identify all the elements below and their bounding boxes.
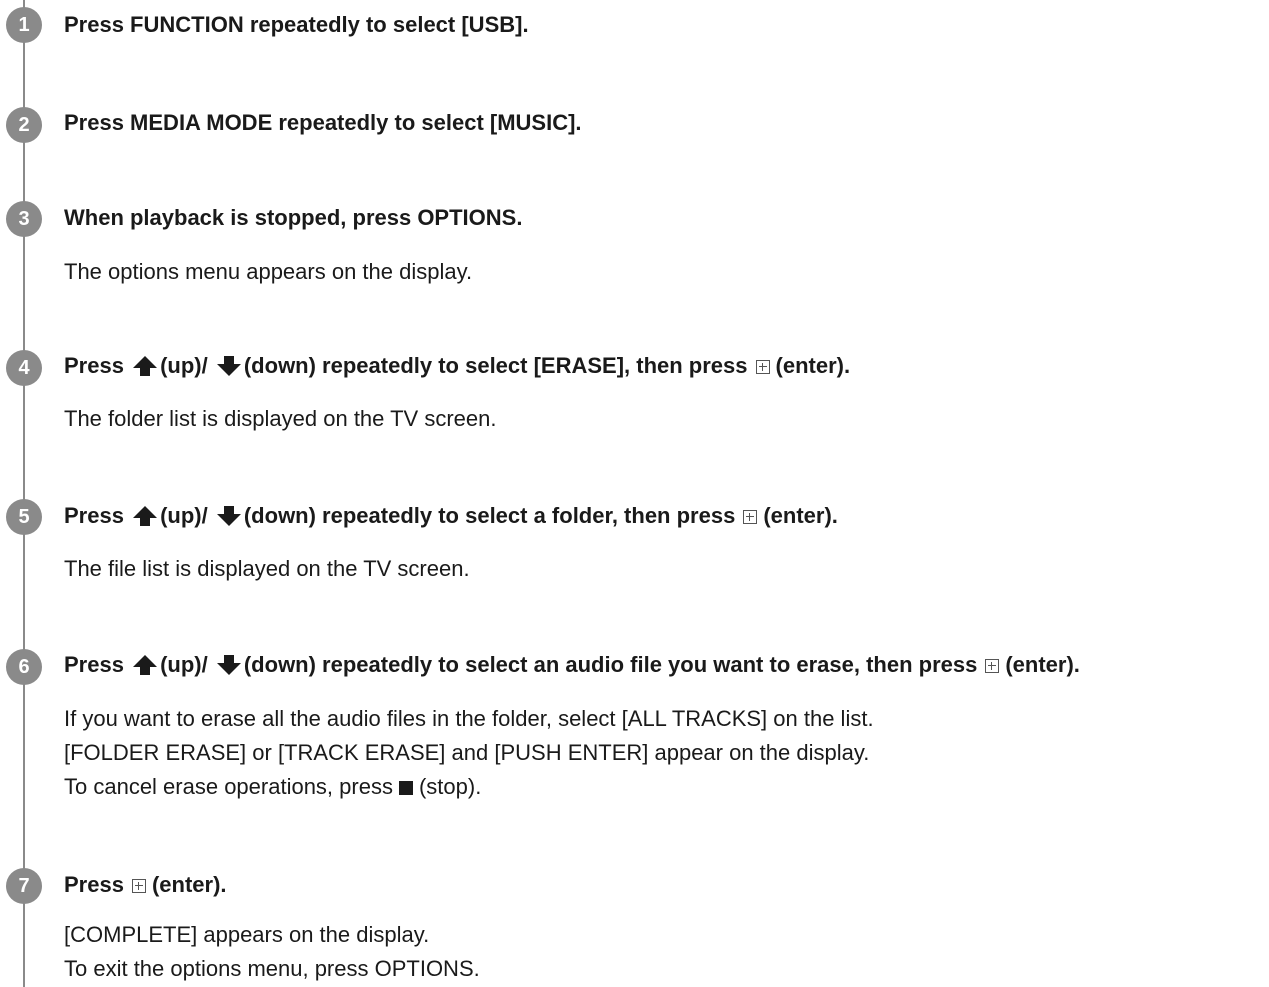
step-number-badge: 5: [6, 499, 42, 535]
enter-button-icon: [985, 659, 1000, 673]
enter-button-icon: [743, 510, 758, 524]
arrow-down-icon: [216, 506, 241, 526]
arrow-up-icon: [133, 356, 158, 376]
step-description: The file list is displayed on the TV scr…: [64, 556, 470, 581]
step-number-badge: 4: [6, 350, 42, 386]
enter-button-icon: [131, 879, 146, 893]
step-number-badge: 3: [6, 201, 42, 237]
enter-button-icon: [755, 360, 770, 374]
step-description: If you want to erase all the audio files…: [64, 706, 874, 799]
step-description: The options menu appears on the display.: [64, 259, 473, 284]
step-timeline-rail: [23, 0, 25, 987]
arrow-up-icon: [133, 655, 158, 675]
step-instruction: Press MEDIA MODE repeatedly to select [M…: [64, 110, 582, 135]
step-instruction: When playback is stopped, press OPTIONS.: [64, 205, 523, 230]
step-number-badge: 6: [6, 649, 42, 685]
step-instruction: Press (enter).: [64, 872, 227, 897]
step-description: The folder list is displayed on the TV s…: [64, 406, 497, 431]
step-instruction: Press (up)/ (down) repeatedly to select …: [64, 353, 851, 378]
step-instruction: Press (up)/ (down) repeatedly to select …: [64, 652, 1080, 677]
arrow-down-icon: [216, 655, 241, 675]
step-instruction: Press FUNCTION repeatedly to select [USB…: [64, 12, 529, 37]
step-number-badge: 1: [6, 7, 42, 43]
stop-icon: [398, 781, 413, 795]
step-number-badge: 7: [6, 868, 42, 904]
step-description: [COMPLETE] appears on the display. To ex…: [64, 922, 480, 981]
step-instruction: Press (up)/ (down) repeatedly to select …: [64, 503, 838, 528]
step-number-badge: 2: [6, 107, 42, 143]
arrow-up-icon: [133, 506, 158, 526]
arrow-down-icon: [216, 356, 241, 376]
